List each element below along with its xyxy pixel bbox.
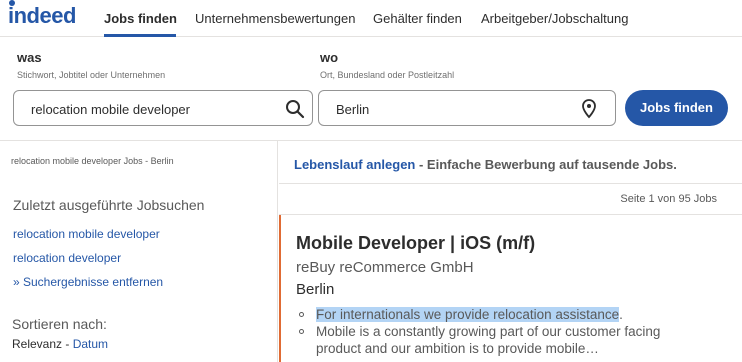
where-label: wo (320, 50, 339, 65)
breadcrumb: relocation mobile developer Jobs - Berli… (11, 156, 174, 166)
snippet-line: product and our ambition is to provide m… (316, 341, 599, 356)
sort-options: Relevanz - Datum (12, 337, 108, 351)
logo-text: indeed (8, 3, 76, 28)
sort-separator: - (62, 337, 73, 351)
search-icon[interactable] (285, 99, 305, 124)
where-hint: Ort, Bundesland oder Postleitzahl (320, 70, 455, 80)
logo-dot-icon (9, 0, 15, 6)
selected-card-accent (279, 215, 281, 362)
where-location-input[interactable]: Berlin (318, 90, 616, 126)
job-company: reBuy reCommerce GmbH (296, 259, 474, 276)
what-search-input[interactable]: relocation mobile developer (13, 90, 313, 126)
job-location: Berlin (296, 281, 335, 298)
job-card[interactable]: Mobile Developer | iOS (m/f) reBuy reCom… (279, 214, 742, 362)
location-pin-icon (582, 99, 596, 124)
snippet-highlight: For internationals we provide relocation… (316, 307, 620, 322)
what-label: was (17, 50, 42, 65)
divider (279, 183, 742, 184)
nav-item-unternehmensbewertungen[interactable]: Unternehmensbewertungen (195, 11, 355, 26)
recent-searches-title: Zuletzt ausgeführte Jobsuchen (13, 197, 205, 213)
what-hint: Stichwort, Jobtitel oder Unternehmen (17, 70, 166, 80)
promo-text: - Einfache Bewerbung auf tausende Jobs. (415, 157, 677, 172)
job-title[interactable]: Mobile Developer | iOS (m/f) (296, 233, 535, 254)
sort-by-date-link[interactable]: Datum (73, 337, 108, 351)
page-count: Seite 1 von 95 Jobs (620, 193, 717, 205)
bullet-icon (299, 312, 304, 317)
recent-search-link[interactable]: relocation mobile developer (13, 227, 160, 241)
sort-by-title: Sortieren nach: (12, 316, 107, 332)
sort-current-relevance: Relevanz (12, 337, 63, 351)
recent-search-link[interactable]: relocation developer (13, 251, 121, 265)
sidebar: relocation mobile developer Jobs - Berli… (0, 141, 278, 362)
nav-item-jobs-finden[interactable]: Jobs finden (104, 11, 177, 26)
snippet-highlight-tail: . (619, 307, 623, 322)
snippet-line: Mobile is a constantly growing part of o… (316, 324, 661, 339)
nav-active-indicator (104, 34, 176, 37)
snippet-line: For internationals we provide relocation… (316, 306, 623, 323)
search-form: was Stichwort, Jobtitel oder Unternehmen… (0, 38, 742, 141)
create-resume-link[interactable]: Lebenslauf anlegen (294, 157, 415, 172)
resume-promo: Lebenslauf anlegen - Einfache Bewerbung … (294, 157, 677, 172)
where-input-value: Berlin (336, 102, 370, 117)
top-navigation: indeed Jobs finden Unternehmensbewertung… (0, 0, 742, 37)
remove-search-results-link[interactable]: » Suchergebnisse entfernen (13, 275, 163, 289)
nav-item-gehaelter-finden[interactable]: Gehälter finden (373, 11, 462, 26)
what-input-value: relocation mobile developer (31, 102, 190, 117)
find-jobs-button[interactable]: Jobs finden (625, 90, 728, 126)
indeed-logo[interactable]: indeed (8, 0, 76, 29)
nav-item-arbeitgeber[interactable]: Arbeitgeber/Jobschaltung (481, 11, 628, 26)
bullet-icon (299, 329, 304, 334)
